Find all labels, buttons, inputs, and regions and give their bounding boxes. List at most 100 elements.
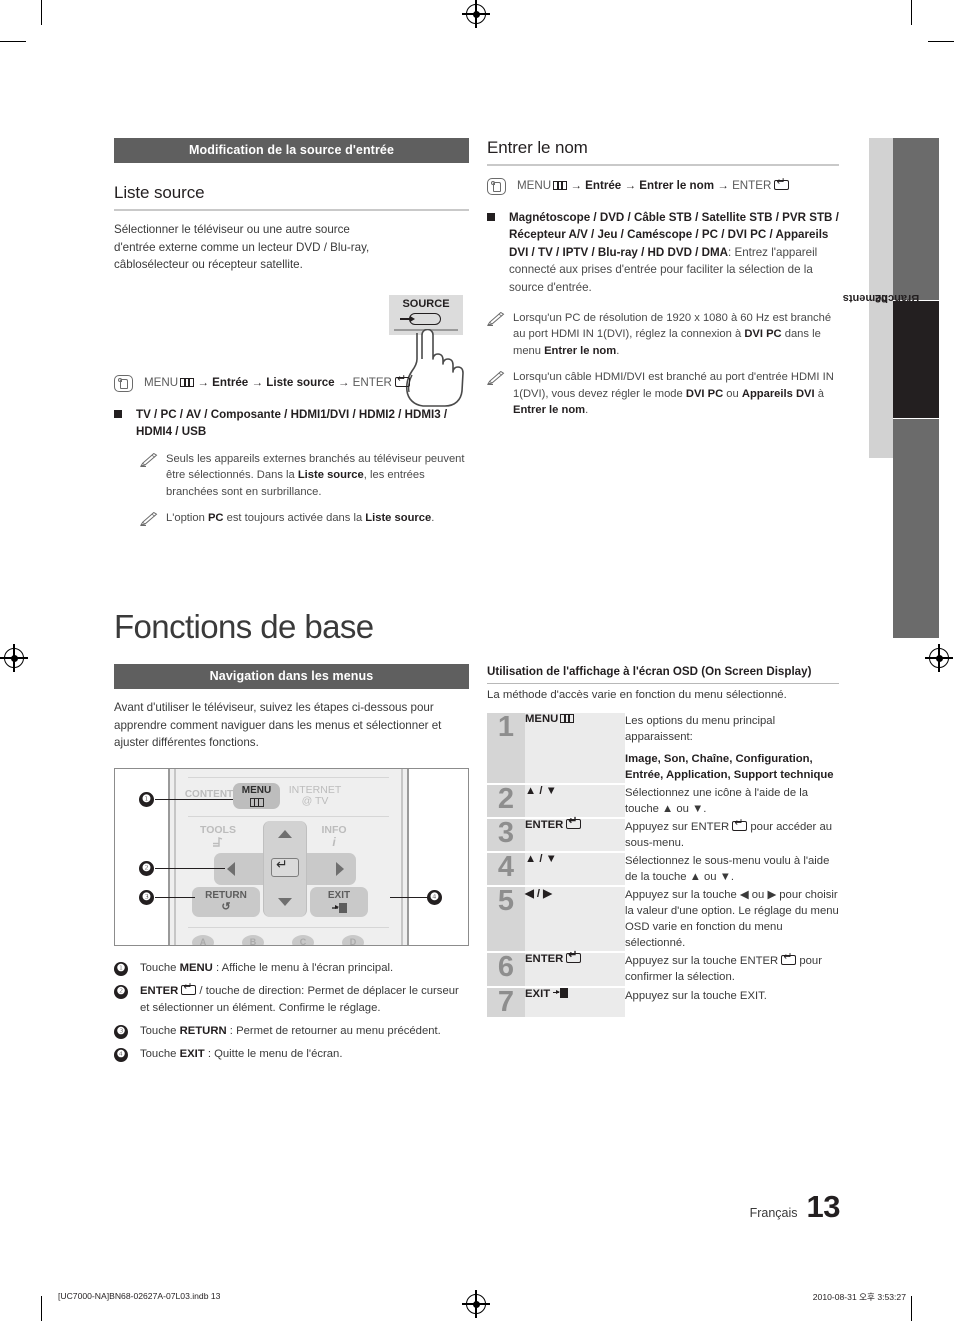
source-button-illustration: SOURCE (389, 295, 469, 410)
crop-mark-tl-v (41, 0, 43, 25)
osd-step-desc-1: Les options du menu principal apparaisse… (625, 713, 839, 784)
osd-step-key-5: ◀ / ▶ (525, 885, 625, 953)
print-footer-timestamp: 2010-08-31 오후 3:53:27 (812, 1292, 906, 1302)
remote-color-button-a[interactable]: A (192, 934, 214, 945)
remote-divider-mid (188, 815, 389, 817)
remote-color-button-d[interactable]: D (342, 934, 364, 945)
remote-key-enter[interactable]: ↵ (271, 855, 299, 877)
table-row: 6 ENTER Appuyez sur la touche ENTER pour… (487, 950, 839, 987)
legend-text-4-post: : Quitte le menu de l'écran. (204, 1048, 343, 1061)
registration-mark-left (0, 644, 28, 672)
enter-glyph-icon (394, 374, 410, 387)
exit-glyph-icon (331, 903, 347, 914)
remote-key-return[interactable]: RETURN ↺ (192, 886, 260, 917)
print-footer-filename: [UC7000-NA]BN68-02627A-07L03.indb 13 (58, 1291, 221, 1301)
callout-4: ❹ (427, 889, 442, 905)
enter-glyph-icon (181, 982, 197, 996)
osd-step-number-1: 1 (487, 712, 525, 785)
tools-icon (213, 836, 223, 847)
osd-step-desc-2: Sélectionnez une icône à l'aide de la to… (625, 783, 839, 819)
legend-text-1: Touche MENU : Affiche le menu à l'écran … (140, 960, 393, 976)
bullet-source-list: TV / PC / AV / Composante / HDMI1/DVI / … (114, 406, 469, 441)
legend-item-3: ❸ Touche RETURN : Permet de retourner au… (114, 1023, 469, 1039)
callout-3: ❸ (139, 889, 154, 905)
note-row-2: L'option PC est toujours activée dans la… (140, 510, 469, 527)
legend-text-2: ENTER / touche de direction: Permet de d… (140, 982, 469, 1016)
osd-step-number-7: 7 (487, 985, 525, 1017)
osd-section: Utilisation de l'affichage à l'écran OSD… (487, 665, 839, 1017)
remote-color-button-b[interactable]: B (242, 934, 264, 945)
chapter-tab-segment-2-active (893, 301, 939, 418)
osd-step-desc-5: Appuyez sur la touche ◀ ou ▶ pour choisi… (625, 885, 839, 953)
return-arrow-icon: ↺ (221, 901, 231, 914)
menu-glyph-icon (560, 714, 575, 723)
osd-step-desc-1-text: Les options du menu principal apparaisse… (625, 715, 776, 744)
menu-path-mid: → Entrée → Entrer le nom → (567, 179, 733, 192)
table-row: 1 MENU Les options du menu principal app… (487, 712, 839, 785)
remote-key-internet-tv[interactable]: INTERNET @ TV (283, 784, 347, 811)
enter-key-glyph: ↵ (276, 855, 288, 872)
bullet-device-names-text: Magnétoscope / DVD / Câble STB / Satelli… (509, 209, 839, 296)
navigation-intro: Avant d'utiliser le téléviseur, suivez l… (114, 701, 442, 750)
remote-key-exit[interactable]: EXIT (310, 886, 368, 917)
remote-key-info[interactable]: INFO i (310, 824, 358, 849)
footer-page-number: 13 (806, 1189, 841, 1224)
chapter-tab-label: 02 Branchements (843, 138, 919, 458)
table-row: 5 ◀ / ▶ Appuyez sur la touche ◀ ou ▶ pou… (487, 885, 839, 953)
menu-path-enter: ENTER (352, 376, 392, 389)
note-row-1: Seuls les appareils externes branchés au… (140, 451, 469, 500)
hand-press-icon (487, 178, 506, 195)
osd-step-key-1: MENU (525, 713, 625, 785)
remote-body: CONTENT MENU INTERNET @ TV TOOLS INFO i … (168, 768, 409, 945)
remote-key-content[interactable]: CONTENT (180, 789, 238, 804)
exit-glyph-icon (553, 987, 569, 998)
chapter-tab-title: Branchements (842, 292, 920, 304)
legend-text-2-key: ENTER (140, 985, 179, 998)
osd-step-desc-6: Appuyez sur la touche ENTER pour confirm… (625, 951, 839, 987)
enter-glyph-icon (732, 818, 748, 832)
remote-color-button-c[interactable]: C (292, 934, 314, 945)
remote-divider-top (188, 776, 389, 778)
remote-key-menu[interactable]: MENU (233, 782, 280, 809)
remote-legend-list: ❶ Touche MENU : Affiche le menu à l'écra… (114, 960, 469, 1063)
osd-step-number-2: 2 (487, 783, 525, 819)
legend-text-1-pre: Touche (140, 961, 180, 974)
menu-path-text: MENU → Entrée → Liste source → ENTER (144, 374, 410, 391)
right-column-top: Entrer le nom MENU → Entrée → Entrer le … (487, 138, 839, 419)
remote-arrow-up-icon[interactable] (278, 829, 292, 838)
bullet-source-list-text: TV / PC / AV / Composante / HDMI1/DVI / … (136, 408, 448, 439)
callout-leader-2 (155, 867, 225, 869)
note-text-2: L'option PC est toujours activée dans la… (166, 512, 435, 525)
osd-step-key-6: ENTER (525, 950, 625, 987)
remote-key-return-label: RETURN (205, 889, 247, 901)
osd-step-key-6-label: ENTER (525, 953, 564, 966)
remote-arrow-left-icon[interactable] (227, 861, 235, 876)
legend-text-3-pre: Touche (140, 1024, 180, 1037)
osd-step-desc-4: Sélectionnez le sous-menu voulu à l'aide… (625, 851, 839, 887)
remote-arrow-right-icon[interactable] (336, 861, 344, 876)
table-row: 2 ▲ / ▼ Sélectionnez une icône à l'aide … (487, 783, 839, 819)
remote-control-diagram: CONTENT MENU INTERNET @ TV TOOLS INFO i … (114, 767, 469, 946)
menu-glyph-icon (553, 181, 568, 190)
liste-source-intro: Sélectionner le téléviseur ou une autre … (114, 223, 370, 272)
section-header-navigation: Navigation dans les menus (114, 664, 469, 689)
remote-divider-bottom (188, 926, 389, 928)
legend-item-4: ❹ Touche EXIT : Quitte le menu de l'écra… (114, 1046, 469, 1063)
menu-glyph-icon (180, 378, 195, 387)
legend-text-4-key: EXIT (179, 1048, 205, 1061)
legend-number-1: ❶ (114, 961, 128, 976)
remote-arrow-down-icon[interactable] (278, 897, 292, 906)
legend-item-2: ❷ ENTER / touche de direction: Permet de… (114, 982, 469, 1016)
callout-leader-3 (155, 896, 195, 898)
hand-press-icon (114, 375, 133, 392)
square-bullet-icon (487, 213, 495, 221)
table-row: 7 EXIT Appuyez sur la touche EXIT. (487, 985, 839, 1017)
legend-text-4-pre: Touche (140, 1048, 180, 1061)
menu-path-entrer-le-nom: MENU → Entrée → Entrer le nom → ENTER (487, 177, 839, 195)
bullet-device-names: Magnétoscope / DVD / Câble STB / Satelli… (487, 209, 839, 296)
remote-key-exit-label: EXIT (327, 889, 351, 901)
osd-step-key-2: ▲ / ▼ (525, 783, 625, 819)
osd-step-number-3: 3 (487, 817, 525, 853)
remote-key-tools[interactable]: TOOLS (192, 824, 244, 849)
osd-step-key-3-label: ENTER (525, 819, 564, 832)
